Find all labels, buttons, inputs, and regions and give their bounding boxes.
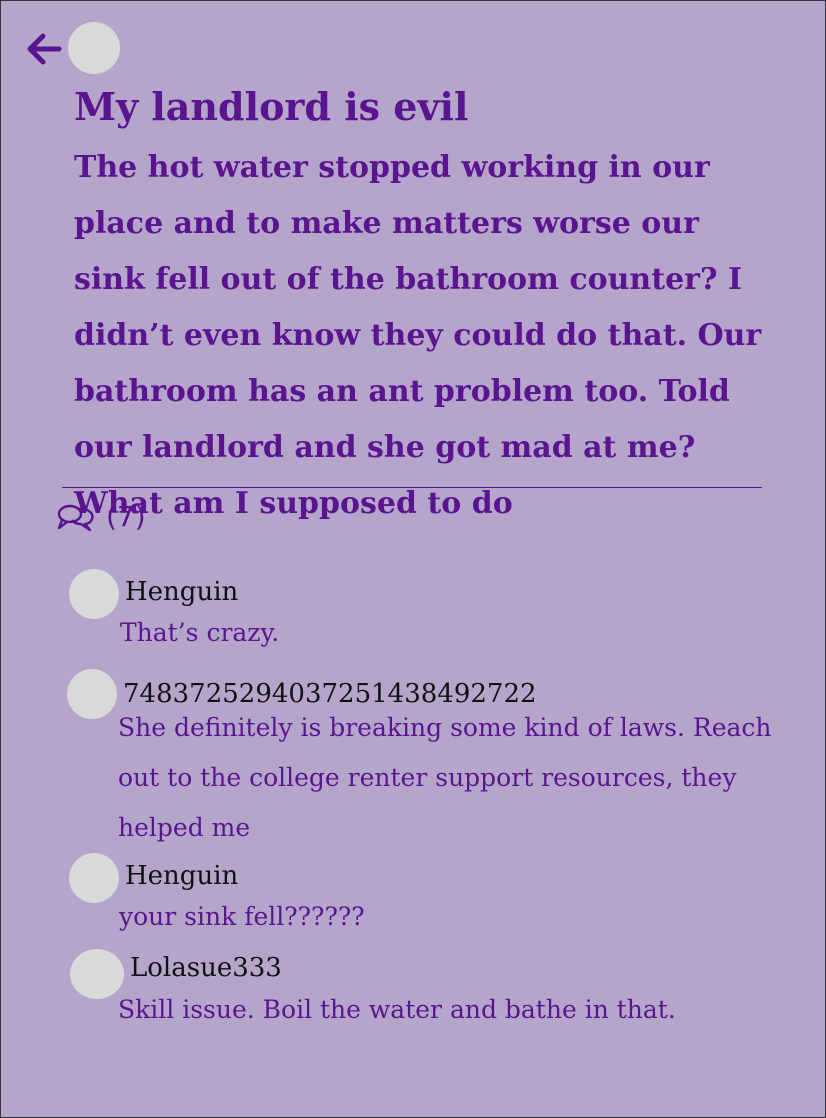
comment-count[interactable]: (7) xyxy=(56,500,146,533)
comment-username[interactable]: Henguin xyxy=(125,577,238,607)
comment-username[interactable]: Lolasue333 xyxy=(130,953,282,983)
chat-bubbles-icon xyxy=(57,504,94,531)
arrow-left-icon xyxy=(27,33,62,65)
author-avatar[interactable] xyxy=(68,22,120,74)
comment-text: Skill issue. Boil the water and bathe in… xyxy=(118,995,676,1024)
comment-avatar[interactable] xyxy=(70,949,124,999)
back-button[interactable] xyxy=(26,32,62,66)
post-title: My landlord is evil xyxy=(74,84,469,129)
post-body: The hot water stopped working in our pla… xyxy=(74,150,762,521)
comment-text: That’s crazy. xyxy=(120,618,280,647)
comment-avatar[interactable] xyxy=(67,669,117,719)
comment-avatar[interactable] xyxy=(69,853,119,903)
comment-text: your sink fell?????? xyxy=(119,902,365,931)
comment-text: She definitely is breaking some kind of … xyxy=(118,713,772,842)
comment-avatar[interactable] xyxy=(69,569,119,619)
divider xyxy=(62,487,762,488)
comment-username[interactable]: Henguin xyxy=(125,861,238,891)
comment-count-label: (7) xyxy=(106,500,146,533)
